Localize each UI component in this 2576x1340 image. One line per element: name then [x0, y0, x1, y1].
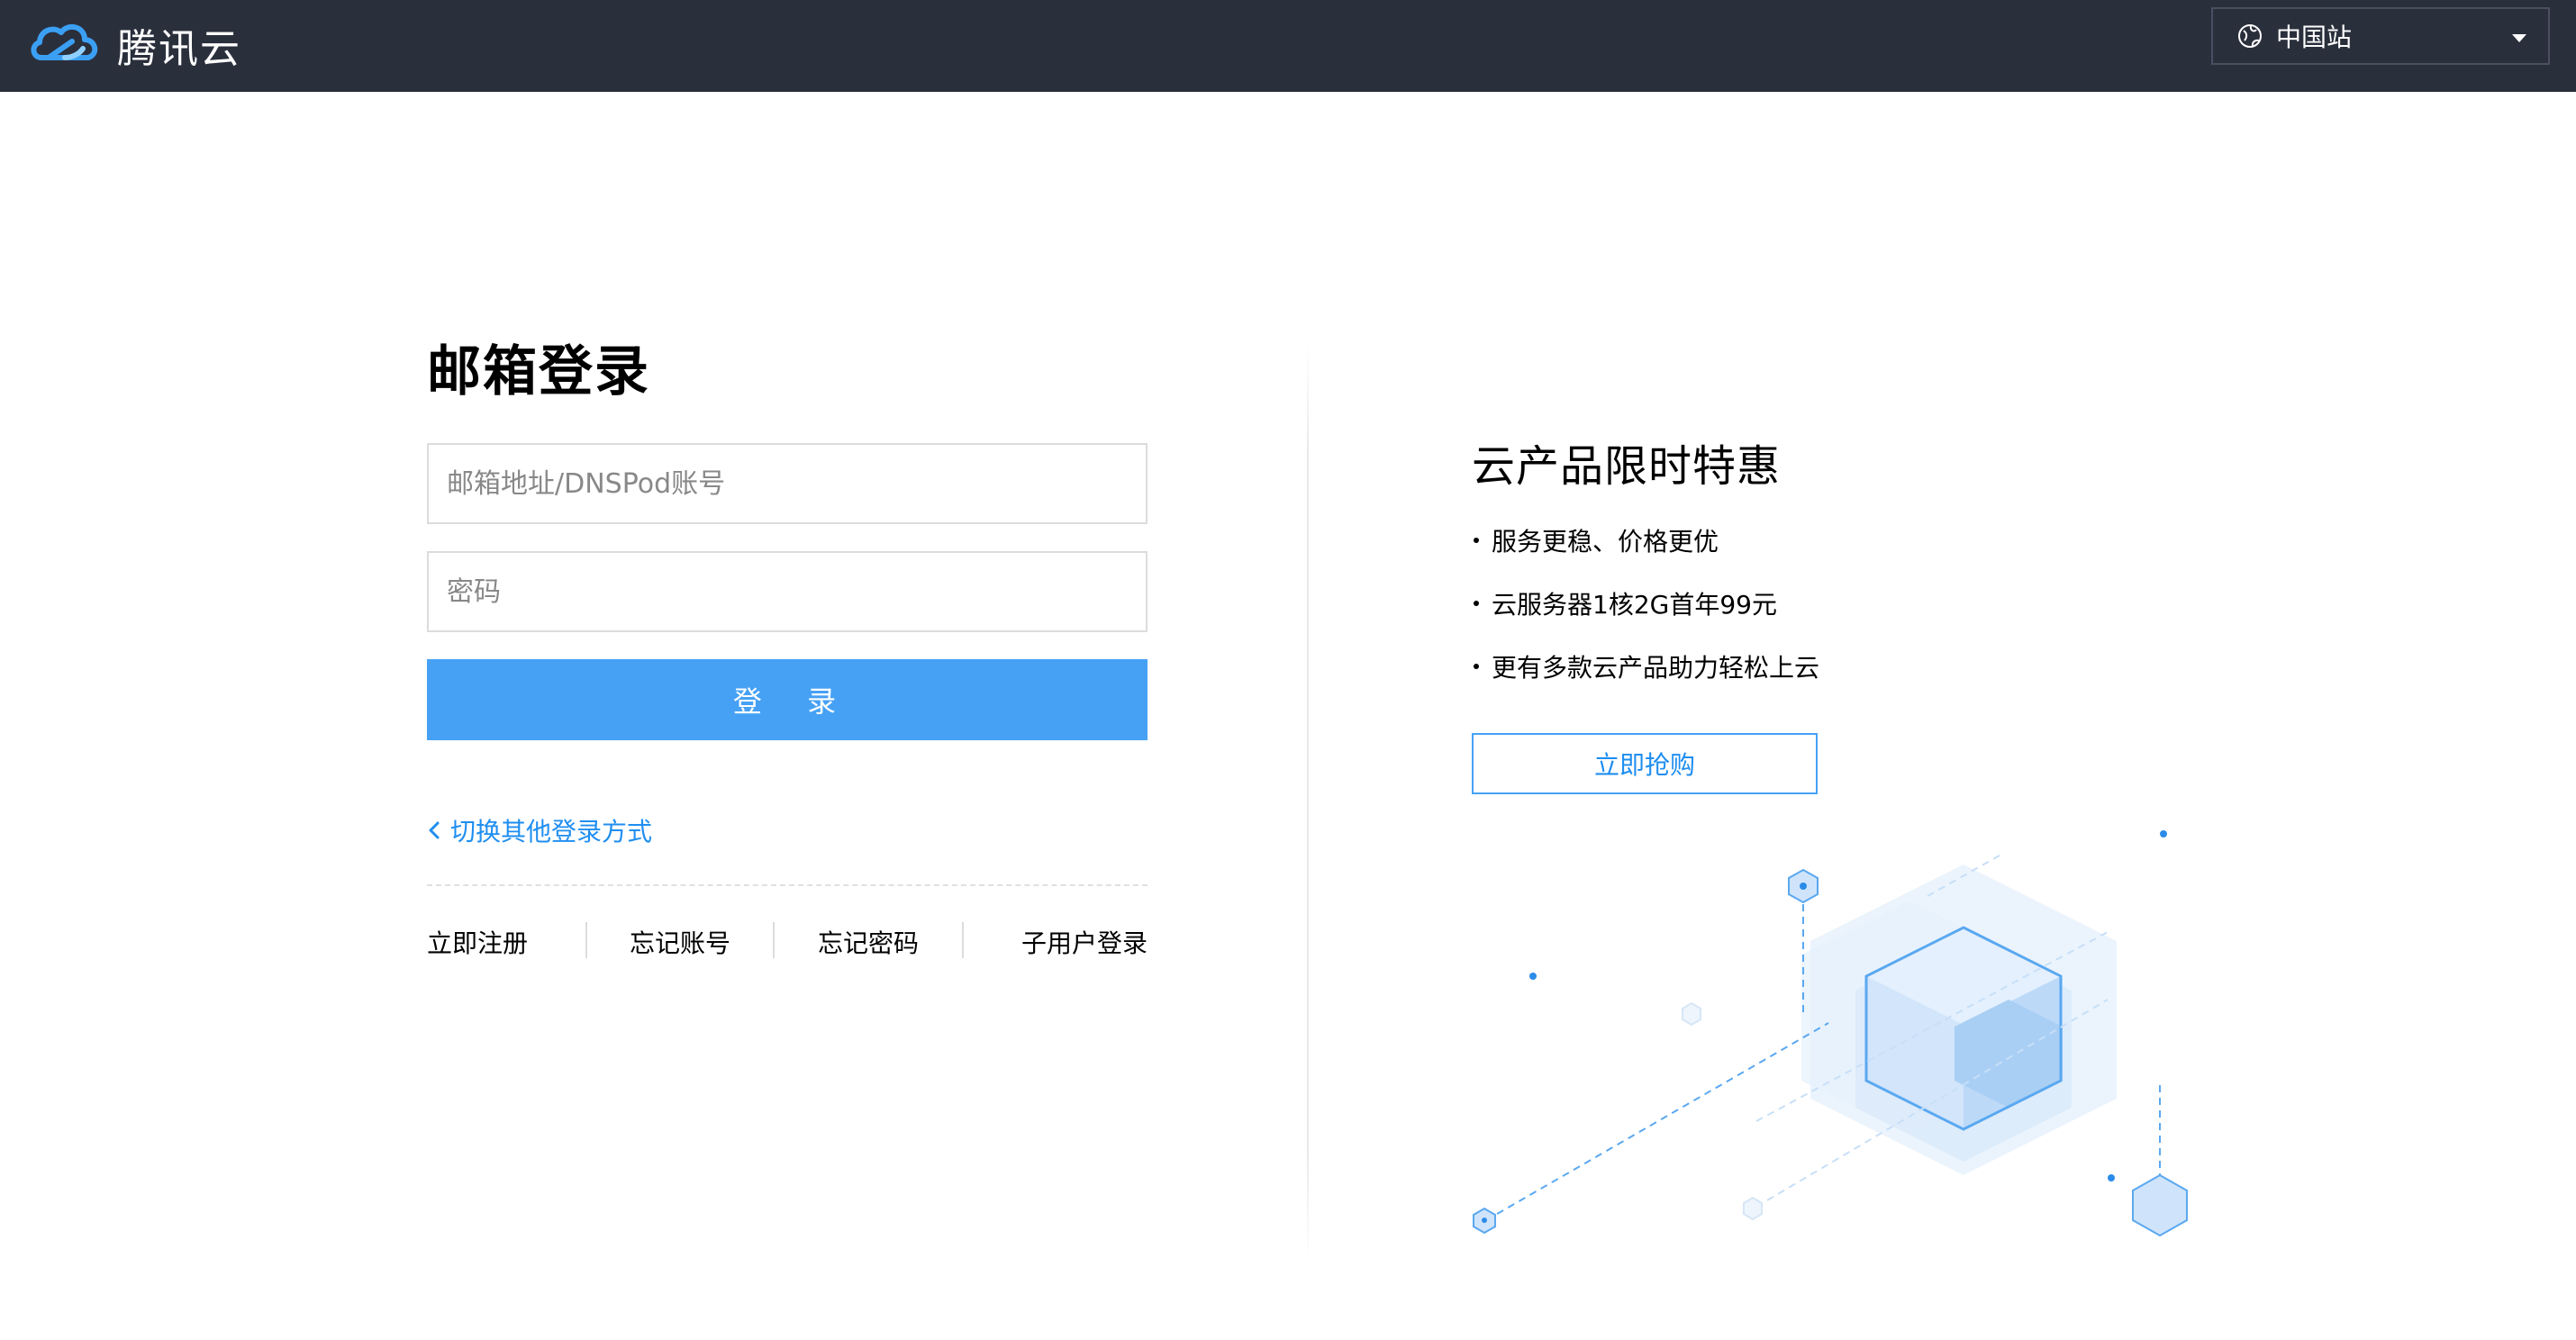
link-separator — [585, 922, 587, 958]
account-links: 立即注册 忘记账号 忘记密码 子用户登录 — [427, 919, 1147, 964]
bullet-icon — [1474, 538, 1479, 543]
cloud-cube-illustration — [1473, 830, 2188, 1237]
list-item: 云服务器1核2G首年99元 — [1472, 585, 1819, 648]
brand-logo[interactable]: 腾讯云 — [29, 11, 241, 79]
switch-login-method-link[interactable]: 切换其他登录方式 — [427, 812, 652, 848]
forgot-account-link[interactable]: 忘记账号 — [630, 924, 730, 960]
buy-now-button[interactable]: 立即抢购 — [1472, 733, 1818, 794]
site-region-label: 中国站 — [2276, 23, 2353, 52]
bullet-icon — [1474, 664, 1479, 669]
forgot-password-link[interactable]: 忘记密码 — [818, 924, 919, 960]
sub-user-login-link[interactable]: 子用户登录 — [1021, 924, 1147, 960]
vertical-divider — [1307, 342, 1309, 1261]
site-region-select[interactable]: 中国站 — [2211, 7, 2550, 65]
brand-name: 腾讯云 — [117, 26, 241, 72]
password-input[interactable] — [427, 551, 1147, 632]
login-button[interactable]: 登 录 — [427, 659, 1147, 740]
tencent-cloud-logo-icon — [31, 23, 98, 60]
top-navigation-bar: 腾讯云 中国站 — [0, 0, 2576, 92]
promo-title: 云产品限时特惠 — [1472, 441, 1782, 492]
email-input[interactable] — [427, 443, 1147, 524]
caret-down-icon — [2512, 34, 2526, 42]
link-separator — [962, 922, 964, 958]
list-item: 更有多款云产品助力轻松上云 — [1472, 648, 1819, 711]
chevron-left-icon — [429, 821, 440, 839]
switch-login-method-label: 切换其他登录方式 — [450, 817, 653, 847]
login-title: 邮箱登录 — [427, 340, 650, 403]
bullet-icon — [1474, 601, 1479, 606]
promo-benefits-list: 服务更稳、价格更优 云服务器1核2G首年99元 更有多款云产品助力轻松上云 — [1472, 522, 1819, 711]
dashed-divider — [427, 884, 1147, 886]
list-item: 服务更稳、价格更优 — [1472, 522, 1819, 585]
register-link[interactable]: 立即注册 — [427, 924, 528, 960]
globe-icon — [2238, 24, 2262, 48]
link-separator — [773, 922, 775, 958]
